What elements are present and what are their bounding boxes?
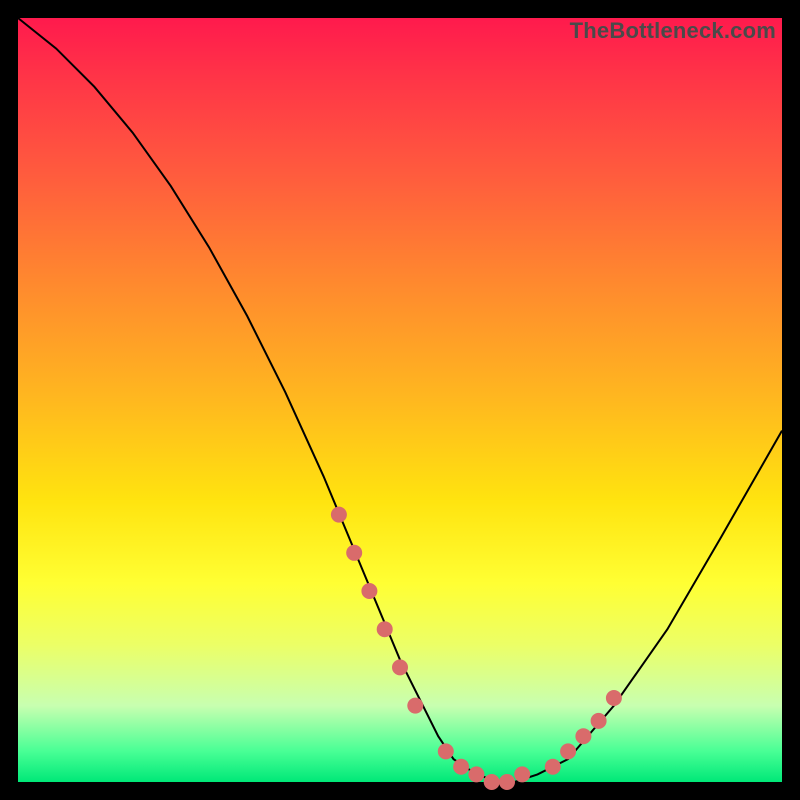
plot-area: TheBottleneck.com: [18, 18, 782, 782]
curve-marker: [591, 713, 607, 729]
curve-marker: [392, 659, 408, 675]
curve-marker: [545, 759, 561, 775]
curve-marker: [361, 583, 377, 599]
curve-marker: [346, 545, 362, 561]
curve-marker: [468, 766, 484, 782]
curve-marker: [606, 690, 622, 706]
curve-marker: [514, 766, 530, 782]
chart-frame: TheBottleneck.com: [0, 0, 800, 800]
curve-svg: [18, 18, 782, 782]
curve-marker: [560, 743, 576, 759]
curve-marker: [575, 728, 591, 744]
curve-marker: [453, 759, 469, 775]
curve-marker: [438, 743, 454, 759]
curve-marker: [331, 507, 347, 523]
curve-marker: [484, 774, 500, 790]
curve-marker: [407, 698, 423, 714]
curve-marker: [377, 621, 393, 637]
curve-marker: [499, 774, 515, 790]
